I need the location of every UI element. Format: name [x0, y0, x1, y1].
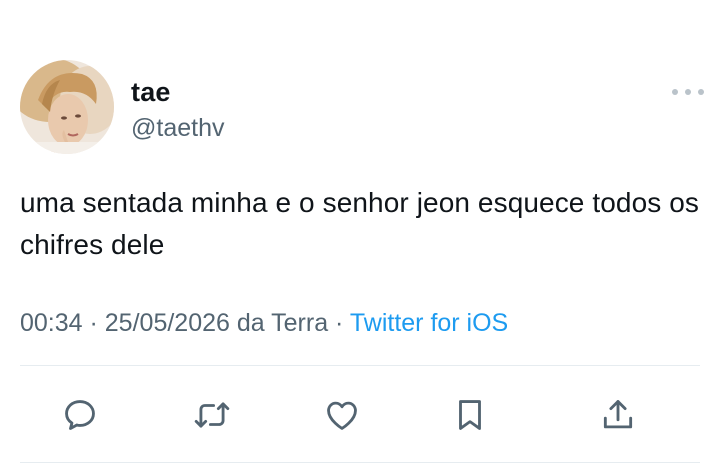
author-handle[interactable]: @taethv — [131, 113, 224, 143]
meta-separator: · — [82, 309, 105, 337]
more-horizontal-icon[interactable] — [672, 84, 704, 100]
tweet-text: uma sentada minha e o senhor jeon esquec… — [20, 187, 700, 260]
heart-icon — [327, 401, 357, 430]
divider — [20, 462, 700, 463]
share-icon — [603, 400, 633, 429]
share-button[interactable] — [596, 393, 640, 437]
dot — [685, 89, 691, 95]
tweet-date-location[interactable]: 25/05/2026 da Terra — [105, 309, 328, 337]
tweet-source-link[interactable]: Twitter for iOS — [350, 309, 508, 337]
dot — [698, 89, 704, 95]
tweet-meta: 00:34 · 25/05/2026 da Terra · Twitter fo… — [20, 306, 508, 340]
tweet-time[interactable]: 00:34 — [20, 309, 83, 337]
tweet-actions — [0, 385, 720, 445]
divider — [20, 365, 700, 366]
retweet-icon — [194, 402, 230, 428]
reply-button[interactable] — [58, 393, 102, 437]
dot — [672, 89, 678, 95]
bookmark-icon — [459, 400, 481, 430]
avatar[interactable] — [20, 60, 114, 154]
reply-icon — [65, 400, 95, 430]
meta-separator: · — [328, 309, 350, 337]
bookmark-button[interactable] — [448, 393, 492, 437]
like-button[interactable] — [320, 393, 364, 437]
author-display-name[interactable]: tae — [131, 76, 171, 108]
retweet-button[interactable] — [190, 393, 234, 437]
avatar-image — [20, 60, 114, 154]
